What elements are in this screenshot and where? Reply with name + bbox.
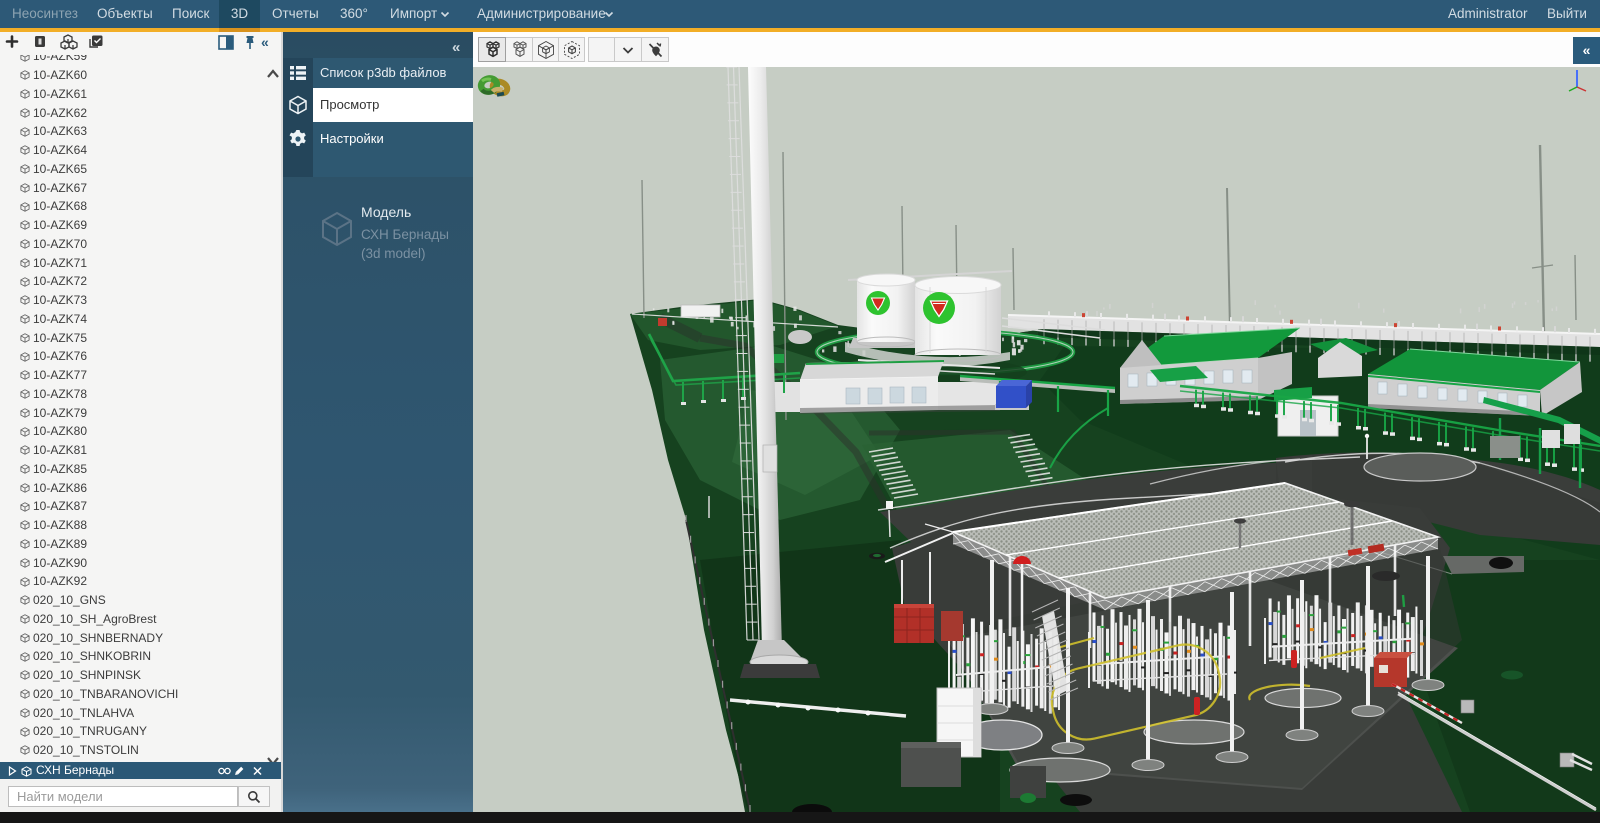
svg-text:«: «	[261, 34, 269, 50]
